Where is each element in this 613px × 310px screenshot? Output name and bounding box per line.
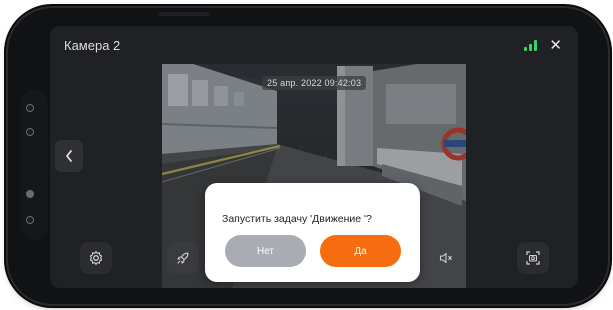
- rocket-icon: [177, 252, 189, 264]
- video-timestamp: 25 апр. 2022 09:42:03: [262, 76, 367, 90]
- top-bar: Камера 2 ✕: [50, 26, 578, 64]
- back-button[interactable]: [55, 140, 83, 172]
- phone-sensor-dot: [26, 216, 34, 224]
- mute-button[interactable]: [430, 242, 462, 274]
- phone-side-panel: [20, 90, 48, 240]
- dialog-message: Запустить задачу 'Движение '?: [222, 213, 372, 225]
- no-button[interactable]: Нет: [225, 235, 306, 267]
- phone-camera-dot: [26, 190, 34, 198]
- yes-button[interactable]: Да: [320, 235, 401, 267]
- phone-volume-button: [158, 12, 210, 16]
- screenshot-button[interactable]: [517, 242, 549, 274]
- settings-button[interactable]: [80, 242, 112, 274]
- settings-gear-icon: [89, 250, 103, 266]
- phone-sensor-dot: [26, 104, 34, 112]
- app-screen: 25 апр. 2022 09:42:03 Камера 2 ✕ Запусти…: [50, 26, 578, 288]
- phone-sensor-dot: [26, 128, 34, 136]
- confirm-dialog: Запустить задачу 'Движение '? Нет Да: [205, 183, 420, 282]
- top-bar-actions: ✕: [524, 38, 562, 53]
- camera-title: Камера 2: [64, 37, 121, 53]
- close-icon[interactable]: ✕: [549, 38, 562, 53]
- speaker-mute-icon: [439, 252, 452, 264]
- screenshot-icon: [526, 251, 540, 265]
- signal-bars-icon: [524, 39, 538, 51]
- chevron-left-icon: [66, 150, 72, 162]
- launch-task-button[interactable]: [167, 242, 199, 274]
